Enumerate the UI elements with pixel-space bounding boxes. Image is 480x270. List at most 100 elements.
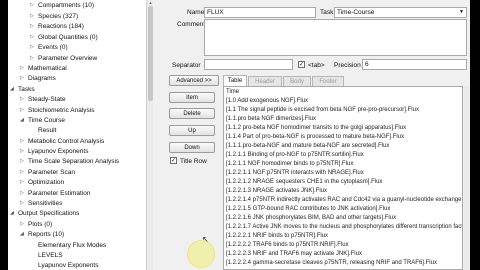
app-window: Compartments (10) ▷ Species (327) ▷ Reaction… [0,0,480,270]
tree-item[interactable]: Stoichiometric Analysis [28,106,94,115]
table-row[interactable]: [1.1.4 Part of pro-beta-NGF is processed… [226,133,404,141]
tab-table[interactable]: Table [223,75,247,86]
separator-field[interactable] [204,59,293,70]
table-row[interactable]: [1.2.1.1 Binding of pro-NGF to p75NTR:so… [226,151,364,159]
tree-item[interactable]: Parameter Scan [28,168,75,177]
tree-item[interactable]: Reports (10) [28,230,64,239]
tree-item[interactable]: Elementary Flux Modes [38,241,106,250]
triangle-icon[interactable]: ▷ [30,1,36,10]
table-row[interactable]: [1.2.2.1.6 JNK phosphorylates BIM, BAD a… [226,214,396,222]
tree-item[interactable]: Species (327) [38,12,78,21]
chevron-down-icon: ▼ [459,9,464,15]
tree-item[interactable]: Parameter Estimation [28,189,91,198]
tree-item[interactable]: Plots (0) [28,220,52,229]
triangle-icon[interactable]: ▷ [20,168,26,177]
table-row[interactable]: [1.2.2.1.4 p75NTR indirectly activates R… [226,196,462,204]
down-button[interactable]: Down [169,142,215,153]
triangle-icon[interactable]: ▷ [20,106,26,115]
triangle-icon[interactable]: ▷ [30,33,36,42]
triangle-icon[interactable]: ▷ [20,178,26,187]
triangle-icon[interactable]: ▷ [30,22,36,31]
triangle-icon[interactable]: ▷ [20,95,26,104]
triangle-icon[interactable]: ▷ [20,199,26,208]
table-row[interactable]: [1.1.2 pro-beta NGF homodimer transits t… [226,124,406,132]
tree-item[interactable]: LEVELS [38,251,63,260]
advanced-button[interactable]: Advanced >> [169,75,219,86]
table-row[interactable]: [1.2.2.1.5 GTP-bound RAC contributes to … [226,205,390,213]
table-row[interactable]: [1.2.2.1.7 Active JNK moves to the nucle… [226,223,462,231]
triangle-icon[interactable]: ▷ [30,43,36,52]
tree-item[interactable]: Steady-State [28,95,66,104]
title-row-checkbox[interactable]: ✓ [170,157,177,164]
tree-item[interactable]: Mathematical [28,64,67,73]
screen-border-right [470,0,480,270]
table-row[interactable]: [1.1.1.pro-beta-NGF and mature beta-NGF … [226,142,389,150]
triangle-icon[interactable]: ▷ [20,189,26,198]
tree-item[interactable]: Result [38,126,56,135]
triangle-icon[interactable]: ◢ [10,85,16,94]
triangle-icon[interactable]: ▷ [20,137,26,146]
precision-field[interactable]: 6 [362,59,467,70]
comment-label: Comment [177,21,206,28]
triangle-icon[interactable]: ▷ [20,147,26,156]
up-button[interactable]: Up [169,125,215,136]
tab-separator-checkbox[interactable]: ✓ [298,61,305,68]
triangle-icon[interactable]: ▷ [20,74,26,83]
tab-label: <tab> [308,62,325,69]
tree-item[interactable]: Lyapunov Exponents [38,261,98,270]
precision-label: Precision [334,62,361,69]
triangle-icon[interactable]: ▷ [20,220,26,229]
object-browser-tree: Compartments (10) ▷ Species (327) ▷ Reaction… [8,0,146,270]
tree-item[interactable]: Output Specifications [18,209,79,218]
comment-field[interactable] [204,19,467,56]
triangle-icon[interactable]: ▷ [30,12,36,21]
table-row[interactable]: [1.2.2.2.3 NRIF and TRAF6 may activate J… [226,250,362,258]
tree-item[interactable]: Time Course [28,116,65,125]
table-row[interactable]: [1.2.1.1 NGF homodimer binds to p75NTR].… [226,160,353,168]
cursor-highlight [187,240,215,268]
triangle-icon[interactable]: ▷ [30,54,36,63]
triangle-icon[interactable]: ◢ [20,230,26,239]
task-label: Task [320,9,334,16]
tree-item[interactable]: Sensitivities [28,199,62,208]
triangle-icon[interactable]: ▷ [20,64,26,73]
item-button[interactable]: Item [169,92,215,103]
table-row[interactable]: [1.2.2.2.1 NRIF binds to p75NTR].Flux [226,232,328,240]
tree-item[interactable]: Lyapunov Exponents [28,147,88,156]
table-row[interactable]: [1.2.2.1.1 NGF:p75NTR interacts with NRA… [226,169,364,177]
table-row[interactable]: [1.2.2.2.4 gamma-secretase cleaves p75NT… [226,259,437,267]
tree-item[interactable]: Diagrams [28,74,56,83]
title-row-label: Title Row [180,158,207,165]
task-select[interactable]: Time-Course ▼ [334,7,467,18]
table-row[interactable]: [1.2.2.1.3 NRAGE activates JNK].Flux [226,187,327,195]
tree-item[interactable]: Events (0) [38,43,68,52]
tree-scrollbar[interactable]: ▲ [146,0,153,270]
table-row[interactable]: [1.2.2.2.2 TRAF6 binds to p75NTR:NRIF].F… [226,241,349,249]
tree-item[interactable]: Optimization [28,178,64,187]
table-row[interactable]: [1.1.pro beta NGF dimerizes].Flux [226,115,316,123]
tree-item[interactable]: Global Quantities (0) [38,33,98,42]
name-field[interactable]: FLUX [204,7,316,18]
tree-item[interactable]: Compartments (10) [38,1,94,10]
table-row[interactable]: [1.2.2.1.2 NRAGE sequesters CHE1 in the … [226,178,382,186]
tab-header[interactable]: Header [248,76,282,86]
triangle-icon[interactable]: ◢ [10,209,16,218]
tree-item[interactable]: Parameter Overview [38,54,97,63]
separator-label: Separator [172,62,201,69]
tree-item[interactable]: Reactions (184) [38,22,84,31]
triangle-icon[interactable]: ▷ [20,157,26,166]
tree-item[interactable]: Tasks [18,85,35,94]
table-row[interactable]: Time [226,88,239,96]
table-row[interactable]: [1.1 The signal peptide is excised from … [226,106,419,114]
name-label: Name [187,9,205,16]
triangle-icon[interactable]: ◢ [20,116,26,125]
delete-button[interactable]: Delete [169,108,215,119]
tab-footer[interactable]: Footer [312,76,344,86]
table-row[interactable]: [1.0 Add exogenous NGF].Flux [226,97,308,105]
report-definition-panel: Name FLUX Task Time-Course ▼ Comment Sep… [153,0,470,270]
screen-border-left [0,0,8,270]
mouse-pointer-icon: ↖ [202,235,209,244]
tree-item[interactable]: Metabolic Control Analysis [28,137,104,146]
tree-item[interactable]: Time Scale Separation Analysis [28,157,119,166]
tab-body[interactable]: Body [283,76,311,86]
